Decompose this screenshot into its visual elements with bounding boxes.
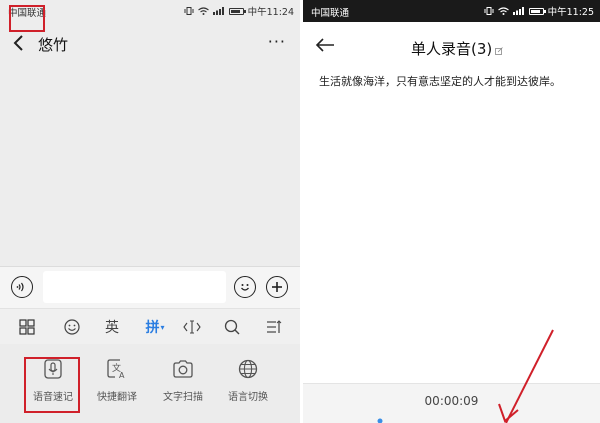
pinyin-caret: ▾ [160, 322, 165, 332]
camera-icon [153, 358, 213, 380]
globe-icon [218, 358, 278, 380]
wifi-icon [197, 7, 209, 15]
keyboard-search-button[interactable] [220, 309, 244, 345]
smiley-icon [241, 284, 249, 291]
translate-icon: 文A [87, 358, 147, 380]
plus-icon [272, 282, 282, 292]
keyboard-toolbar: 英 拼 ▾ [0, 308, 300, 345]
toolbox-grid-button[interactable] [8, 309, 46, 345]
tool-label: 语言切换 [228, 392, 268, 403]
red-annotation-arrow [498, 329, 554, 423]
tool-label: 文字扫描 [163, 392, 203, 403]
pinyin-mode-button[interactable]: 拼 ▾ [140, 309, 170, 345]
tool-quick-translate[interactable]: 文A 快捷翻译 [87, 358, 147, 403]
menu-lines-icon [267, 320, 282, 333]
keyboard-menu-button[interactable] [262, 309, 286, 345]
left-phone-screen: 中国联通 中午11:24 悠竹 ··· 英 拼 ▾ 语音速记 文 A 快捷翻译 … [0, 0, 300, 423]
grid-button-highlight [9, 5, 45, 32]
pinyin-label: 拼 [145, 320, 160, 336]
status-bar: 中国联通 中午11:24 [0, 0, 300, 22]
voice-input-button[interactable] [11, 276, 33, 298]
chat-header: 悠竹 ··· [0, 22, 300, 66]
search-icon [224, 319, 240, 335]
english-mode-button[interactable]: 英 [99, 309, 125, 345]
keyboard-emoji-button[interactable] [60, 309, 84, 345]
grid-icon [19, 319, 35, 335]
right-phone-screen: 中国联通 中午11:25 单人录音(3) 生活就像海洋，只有意志坚定的人才能到达… [303, 0, 600, 423]
signal-icon [212, 7, 225, 15]
cursor-move-button[interactable] [180, 309, 204, 345]
smiley-outline-icon [64, 319, 80, 335]
add-button[interactable] [266, 276, 288, 298]
cursor-icon [183, 320, 201, 334]
chat-title: 悠竹 [38, 36, 69, 54]
message-input[interactable] [43, 271, 226, 303]
svg-text:A: A [119, 371, 125, 380]
voice-note-highlight [24, 357, 80, 413]
emoji-button[interactable] [234, 276, 256, 298]
battery-icon [228, 7, 246, 15]
voice-wave-icon [16, 282, 24, 292]
more-icon[interactable]: ··· [268, 32, 286, 51]
tool-label: 快捷翻译 [97, 392, 137, 403]
vibrate-icon [184, 7, 194, 15]
status-time: 中午11:24 [247, 7, 294, 18]
back-icon[interactable] [10, 33, 30, 53]
tool-language-switch[interactable]: 语言切换 [218, 358, 278, 403]
tool-text-scan[interactable]: 文字扫描 [153, 358, 213, 403]
message-input-bar [0, 266, 300, 309]
